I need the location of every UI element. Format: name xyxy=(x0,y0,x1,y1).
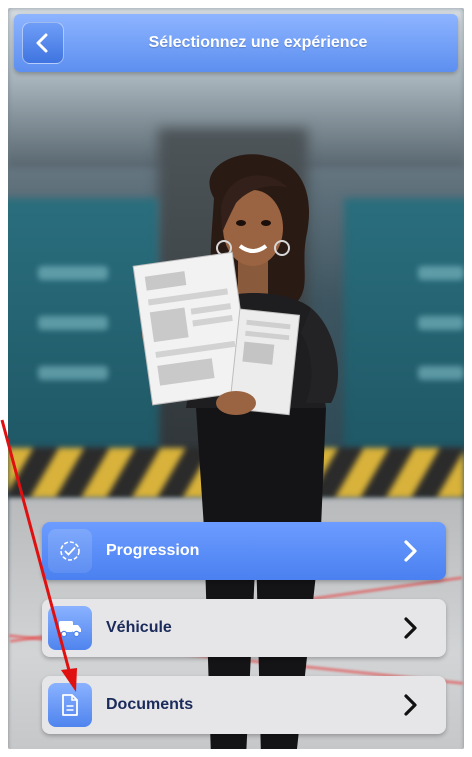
background-shelf xyxy=(418,366,464,380)
menu-item-progression[interactable]: Progression xyxy=(42,522,446,580)
background-shelf xyxy=(38,366,108,380)
app-screen: Sélectionnez une expérience Progression … xyxy=(8,8,464,749)
menu-item-icon-box xyxy=(48,529,92,573)
chevron-right-icon xyxy=(390,685,430,725)
menu-item-label: Documents xyxy=(106,696,194,713)
back-button[interactable] xyxy=(22,22,64,64)
menu-item-vehicule[interactable]: Véhicule xyxy=(42,599,446,657)
chevron-left-icon xyxy=(36,33,48,53)
background-shelf xyxy=(38,316,108,330)
chevron-right-icon xyxy=(390,608,430,648)
page-title: Sélectionnez une expérience xyxy=(148,34,368,51)
menu-item-label: Progression xyxy=(106,542,200,559)
background-shelf xyxy=(418,316,464,330)
menu-item-icon-box xyxy=(48,683,92,727)
truck-icon xyxy=(59,621,81,638)
menu-item-label: Véhicule xyxy=(106,619,172,636)
header-bar: Sélectionnez une expérience xyxy=(14,14,458,72)
chevron-right-icon xyxy=(390,531,430,571)
character-illustration xyxy=(132,154,339,749)
background-shelf xyxy=(38,266,108,280)
check-circle-icon xyxy=(60,541,80,561)
document-icon xyxy=(62,694,78,716)
menu-item-icon-box xyxy=(48,606,92,650)
background-shelf xyxy=(418,266,464,280)
menu-item-documents[interactable]: Documents xyxy=(42,676,446,734)
